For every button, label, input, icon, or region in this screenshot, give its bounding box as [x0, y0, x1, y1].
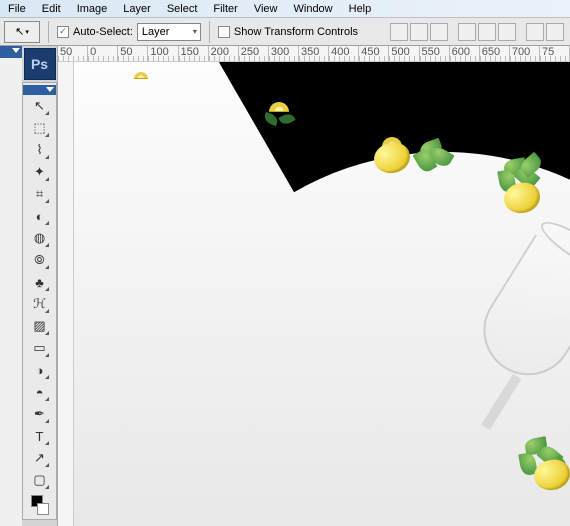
auto-select-checkbox[interactable]: ✓: [57, 26, 69, 38]
ruler-vertical: [58, 62, 74, 526]
menu-image[interactable]: Image: [69, 1, 116, 17]
menu-file[interactable]: File: [0, 1, 34, 17]
tool-flyout-icon: [45, 463, 49, 467]
menu-edit[interactable]: Edit: [34, 1, 69, 17]
ruler-tick: 650: [480, 46, 510, 61]
menu-bar: File Edit Image Layer Select Filter View…: [0, 0, 570, 18]
tools-tab[interactable]: [23, 85, 56, 95]
panel-tab[interactable]: [0, 46, 22, 58]
artwork-lemon-mint: [494, 157, 544, 197]
ruler-tick: 550: [420, 46, 450, 61]
lasso-tool[interactable]: ⌇: [29, 139, 51, 161]
artwork-lemons-group: [374, 137, 454, 173]
distribute-button[interactable]: [546, 23, 564, 41]
ruler-tick: 100: [148, 46, 178, 61]
canvas[interactable]: [74, 62, 570, 526]
active-tool-indicator[interactable]: ↖▾: [4, 21, 40, 43]
tool-flyout-icon: [45, 441, 49, 445]
menu-view[interactable]: View: [246, 1, 286, 17]
ruler-tick: 350: [299, 46, 329, 61]
ruler-tick: 700: [510, 46, 540, 61]
menu-select[interactable]: Select: [159, 1, 206, 17]
type-tool[interactable]: T: [29, 425, 51, 447]
dropdown-arrow-icon: ▾: [193, 27, 197, 36]
healing-brush-tool[interactable]: ◍: [29, 227, 51, 249]
auto-select-mode-dropdown[interactable]: Layer ▾: [137, 23, 201, 41]
gradient-tool[interactable]: ▭: [29, 337, 51, 359]
tools-panel: ↖⬚⌇✦⌗◐◍⦾♣ℋ▨▭◑◓✒T↗▢: [22, 82, 57, 520]
align-buttons-group: [390, 23, 564, 41]
history-brush-tool[interactable]: ℋ: [29, 293, 51, 315]
clone-stamp-tool[interactable]: ♣: [29, 271, 51, 293]
tool-flyout-icon: [45, 419, 49, 423]
ruler-tick: 400: [329, 46, 359, 61]
blur-tool[interactable]: ◑: [29, 359, 51, 381]
crop-tool[interactable]: ⌗: [29, 183, 51, 205]
show-transform-checkbox[interactable]: [218, 26, 230, 38]
tool-flyout-icon: [45, 155, 49, 159]
ruler-tick: 250: [239, 46, 269, 61]
dodge-tool[interactable]: ◓: [29, 381, 51, 403]
tool-flyout-icon: [45, 397, 49, 401]
pen-tool[interactable]: ✒: [29, 403, 51, 425]
app-sidebar: Ps ↖⬚⌇✦⌗◐◍⦾♣ℋ▨▭◑◓✒T↗▢: [22, 46, 58, 526]
tool-flyout-icon: [45, 243, 49, 247]
tool-flyout-icon: [45, 309, 49, 313]
tool-flyout-icon: [45, 375, 49, 379]
path-selection-tool[interactable]: ↗: [29, 447, 51, 469]
align-left-button[interactable]: [458, 23, 476, 41]
panel-dock: [0, 46, 22, 526]
align-top-button[interactable]: [390, 23, 408, 41]
menu-help[interactable]: Help: [341, 1, 380, 17]
ruler-tick: 0: [88, 46, 118, 61]
menu-filter[interactable]: Filter: [205, 1, 245, 17]
align-right-button[interactable]: [498, 23, 516, 41]
divider: [48, 21, 49, 43]
eyedropper-tool[interactable]: ◐: [29, 205, 51, 227]
brush-tool[interactable]: ⦾: [29, 249, 51, 271]
move-tool[interactable]: ↖: [29, 95, 51, 117]
document-area: 5005010015020025030035040045050055060065…: [58, 46, 570, 526]
app-badge: Ps: [24, 48, 56, 80]
ruler-tick: 300: [269, 46, 299, 61]
ruler-tick: 450: [359, 46, 389, 61]
tool-flyout-icon: [45, 353, 49, 357]
marquee-tool[interactable]: ⬚: [29, 117, 51, 139]
background-swatch[interactable]: [37, 503, 49, 515]
tool-flyout-icon: [45, 221, 49, 225]
artwork-lemon-slice-small: [134, 72, 148, 79]
ruler-tick: 200: [209, 46, 239, 61]
align-hcenter-button[interactable]: [478, 23, 496, 41]
tool-flyout-icon: [45, 199, 49, 203]
tool-flyout-icon: [45, 265, 49, 269]
tool-flyout-icon: [45, 331, 49, 335]
tool-flyout-icon: [45, 111, 49, 115]
eraser-tool[interactable]: ▨: [29, 315, 51, 337]
tool-flyout-icon: [45, 287, 49, 291]
menu-layer[interactable]: Layer: [115, 1, 159, 17]
divider: [209, 21, 210, 43]
ruler-tick: 600: [450, 46, 480, 61]
tool-flyout-icon: [45, 485, 49, 489]
options-bar: ↖▾ ✓ Auto-Select: Layer ▾ Show Transform…: [0, 18, 570, 46]
ruler-horizontal: 5005010015020025030035040045050055060065…: [58, 46, 570, 62]
ruler-tick: 50: [118, 46, 148, 61]
align-vcenter-button[interactable]: [410, 23, 428, 41]
distribute-button[interactable]: [526, 23, 544, 41]
tool-flyout-icon: [45, 177, 49, 181]
tool-flyout-icon: [45, 133, 49, 137]
color-swatches[interactable]: [31, 495, 49, 515]
move-arrow-icon: ↖: [15, 25, 24, 38]
ruler-tick: 500: [389, 46, 419, 61]
rectangle-tool[interactable]: ▢: [29, 469, 51, 491]
ruler-tick: 150: [179, 46, 209, 61]
show-transform-label: Show Transform Controls: [234, 26, 358, 38]
ruler-tick: 50: [58, 46, 88, 61]
artwork-lemon-half: [264, 102, 294, 124]
menu-window[interactable]: Window: [286, 1, 341, 17]
align-bottom-button[interactable]: [430, 23, 448, 41]
auto-select-label: Auto-Select:: [73, 26, 133, 38]
ruler-tick: 75: [540, 46, 570, 61]
magic-wand-tool[interactable]: ✦: [29, 161, 51, 183]
